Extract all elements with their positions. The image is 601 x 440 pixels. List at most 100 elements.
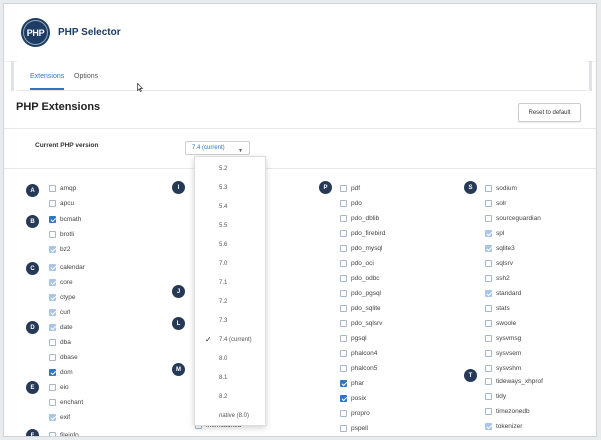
version-option[interactable]: 7.2 [195,293,265,312]
extension-checkbox[interactable] [485,260,492,267]
extension-label: dba [60,339,71,346]
extension-brotli: brotli [49,230,74,239]
version-option-label: 5.3 [219,185,228,191]
extension-checkbox[interactable] [485,245,492,252]
extension-checkbox[interactable] [485,290,492,297]
extension-checkbox[interactable] [485,230,492,237]
extension-tidy: tidy [485,392,506,401]
version-option[interactable]: 5.2 [195,160,265,179]
extension-pdf: pdf [340,184,360,193]
extension-checkbox[interactable] [49,216,56,223]
extension-checkbox[interactable] [340,365,347,372]
extension-checkbox[interactable] [49,399,56,406]
extension-checkbox[interactable] [49,279,56,286]
extension-label: sqlite3 [496,245,515,252]
extension-checkbox[interactable] [485,423,492,430]
divider [4,168,596,169]
extension-label: pspell [351,425,368,432]
extension-checkbox[interactable] [340,335,347,342]
extension-checkbox[interactable] [485,320,492,327]
extension-checkbox[interactable] [485,408,492,415]
extension-checkbox[interactable] [485,378,492,385]
extension-checkbox[interactable] [340,305,347,312]
extension-checkbox[interactable] [49,264,56,271]
tab-extensions[interactable]: Extensions [30,73,65,90]
extension-checkbox[interactable] [340,230,347,237]
version-option[interactable]: 7.0 [195,255,265,274]
extension-checkbox[interactable] [485,185,492,192]
extension-label: sysvshm [496,365,522,372]
letter-badge-f: F [26,429,39,436]
extension-amqp: amqp [49,184,76,193]
extension-checkbox[interactable] [485,350,492,357]
app-title: PHP Selector [58,27,121,38]
letter-badge-a: A [26,184,39,197]
extension-checkbox[interactable] [49,432,56,436]
extension-label: stats [496,305,510,312]
extension-label: phalcon4 [351,350,378,357]
version-option[interactable]: ✓ 7.4 (current) [195,331,265,350]
version-option[interactable]: 7.1 [195,274,265,293]
extension-label: amqp [60,185,77,192]
version-option[interactable]: 5.5 [195,217,265,236]
version-option[interactable]: 5.3 [195,179,265,198]
php-version-select[interactable]: 7.4 (current) ▼ [185,141,250,155]
extension-checkbox[interactable] [49,246,56,253]
version-option[interactable]: 8.2 [195,388,265,407]
version-option-label: 5.5 [219,223,228,229]
reset-to-default-button[interactable]: Reset to default [518,103,581,122]
extension-core: core [49,278,73,287]
extension-checkbox[interactable] [340,350,347,357]
tab-bar: Extensions Options [11,61,592,91]
extension-checkbox[interactable] [49,294,56,301]
extension-checkbox[interactable] [340,275,347,282]
extension-checkbox[interactable] [485,200,492,207]
letter-badge-d: D [26,321,39,334]
letter-badge-t: T [464,369,477,382]
extension-checkbox[interactable] [340,290,347,297]
extension-checkbox[interactable] [485,393,492,400]
extension-checkbox[interactable] [485,215,492,222]
version-option-label: 5.2 [219,166,228,172]
extension-checkbox[interactable] [340,425,347,432]
version-option[interactable]: 5.6 [195,236,265,255]
version-option[interactable]: 8.0 [195,350,265,369]
extension-checkbox[interactable] [340,185,347,192]
extension-checkbox[interactable] [49,354,56,361]
extension-checkbox[interactable] [485,365,492,372]
extension-label: exif [60,414,71,421]
extension-checkbox[interactable] [49,185,56,192]
extension-checkbox[interactable] [340,320,347,327]
extension-checkbox[interactable] [49,369,56,376]
version-option[interactable]: 7.3 [195,312,265,331]
extension-checkbox[interactable] [485,275,492,282]
extension-checkbox[interactable] [340,410,347,417]
version-option[interactable]: native (8.0) [195,407,265,426]
extension-eio: eio [49,383,69,392]
extension-checkbox[interactable] [340,245,347,252]
extension-label: fileinfo [60,432,79,437]
extension-checkbox[interactable] [340,215,347,222]
extension-checkbox[interactable] [49,324,56,331]
extension-checkbox[interactable] [49,309,56,316]
extension-label: brotli [60,231,75,238]
extension-checkbox[interactable] [340,200,347,207]
extension-spl: spl [485,229,504,238]
extension-label: apcu [60,200,75,207]
version-option[interactable]: 8.1 [195,369,265,388]
extension-checkbox[interactable] [485,305,492,312]
extension-checkbox[interactable] [340,395,347,402]
version-option[interactable]: 5.4 [195,198,265,217]
extension-checkbox[interactable] [49,339,56,346]
letter-badge-b: B [26,215,39,228]
extension-checkbox[interactable] [340,380,347,387]
extension-checkbox[interactable] [49,414,56,421]
extension-fileinfo: fileinfo [49,431,79,437]
extension-checkbox[interactable] [49,384,56,391]
tab-options[interactable]: Options [74,73,98,88]
extension-checkbox[interactable] [340,260,347,267]
extension-checkbox[interactable] [49,231,56,238]
extension-checkbox[interactable] [485,335,492,342]
extension-checkbox[interactable] [49,200,56,207]
version-option-label: 7.1 [219,280,228,286]
